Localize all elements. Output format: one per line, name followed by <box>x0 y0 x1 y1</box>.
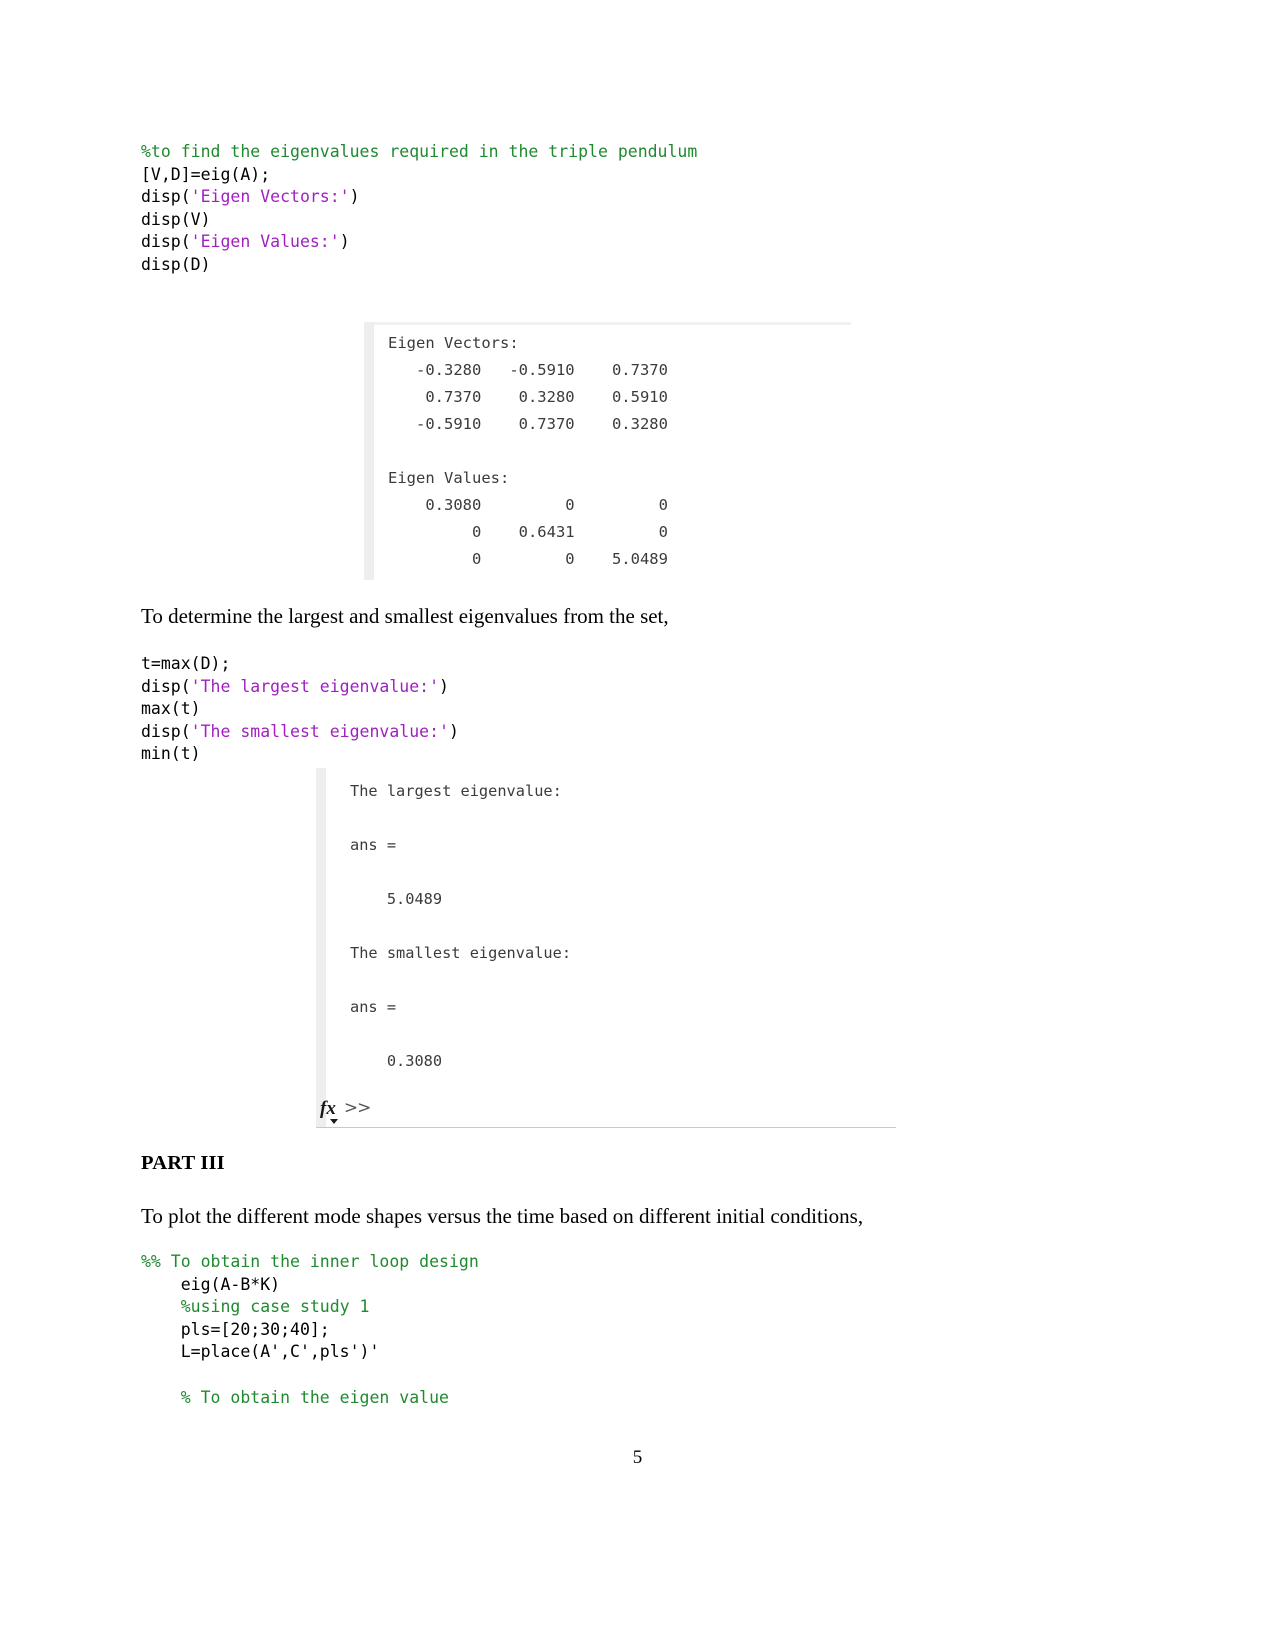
code-line: disp(D) <box>141 254 697 277</box>
console-line: 0.7370 0.3280 0.5910 <box>388 388 668 406</box>
console-gutter <box>316 768 326 1128</box>
code-line: max(t) <box>141 698 459 721</box>
console-line: ans = <box>350 836 397 854</box>
matlab-console-minmax-output: The largest eigenvalue: ans = 5.0489 The… <box>316 768 896 1128</box>
code-token-pln: ) <box>339 232 350 252</box>
console-line: The largest eigenvalue: <box>350 782 562 800</box>
code-token-pln: ) <box>439 676 449 696</box>
matlab-code-block-eig: %to find the eigenvalues required in the… <box>141 141 697 277</box>
console-bottom-border <box>316 1127 896 1128</box>
code-line: [V,D]=eig(A); <box>141 164 697 187</box>
code-line: min(t) <box>141 743 459 766</box>
code-line: pls=[20;30;40]; <box>141 1319 479 1342</box>
code-line: disp('Eigen Vectors:') <box>141 186 697 209</box>
document-page: %to find the eigenvalues required in the… <box>0 0 1275 1650</box>
code-token-pln: [V,D]=eig(A); <box>141 164 271 184</box>
code-token-str: 'Eigen Values:' <box>190 232 340 252</box>
code-token-cmt: % To obtain the eigen value <box>141 1387 449 1407</box>
matlab-code-block-inner-loop: %% To obtain the inner loop design eig(A… <box>141 1251 479 1409</box>
console-top-border <box>364 322 851 325</box>
console-line: 0.3080 <box>350 1052 443 1070</box>
page-number: 5 <box>632 1447 643 1468</box>
console-gutter <box>364 322 374 580</box>
code-token-str: 'The largest eigenvalue:' <box>190 676 440 696</box>
code-token-pln: t=max(D); <box>141 654 231 673</box>
page-title-part-iii: PART III <box>141 1152 225 1174</box>
console-line: 0 0 5.0489 <box>388 550 668 568</box>
chevron-down-icon <box>330 1118 338 1124</box>
prompt-chevrons: >> <box>343 1098 371 1118</box>
code-token-pln: disp( <box>141 721 191 741</box>
paragraph-determine-eigenvalues: To determine the largest and smallest ei… <box>141 604 669 628</box>
code-token-pln: disp( <box>141 232 191 252</box>
code-token-pln: ) <box>448 721 459 741</box>
code-line: eig(A-B*K) <box>141 1274 479 1297</box>
code-token-str: 'The smallest eigenvalue:' <box>190 721 449 741</box>
console-line: The smallest eigenvalue: <box>350 944 572 962</box>
code-token-pln: disp(D) <box>141 254 211 274</box>
console-line: -0.3280 -0.5910 0.7370 <box>388 361 668 379</box>
code-token-pln: ) <box>349 187 360 207</box>
code-line: t=max(D); <box>141 653 459 676</box>
code-line: disp(V) <box>141 209 697 232</box>
console-line: 5.0489 <box>350 890 443 908</box>
code-token-str: 'Eigen Vectors:' <box>190 187 350 207</box>
code-token-pln: disp( <box>141 187 191 207</box>
code-token-pln: disp(V) <box>141 209 211 229</box>
fx-icon[interactable]: fx <box>320 1097 338 1124</box>
code-token-pln: max(t) <box>141 699 201 719</box>
code-line: % To obtain the eigen value <box>141 1387 479 1410</box>
console-line: 0 0.6431 0 <box>388 523 668 541</box>
command-prompt-row[interactable]: fx >> <box>320 1097 371 1124</box>
code-line: %% To obtain the inner loop design <box>141 1251 479 1274</box>
code-token-cmt: %to find the eigenvalues required in the… <box>141 142 698 161</box>
console-minmax-text: The largest eigenvalue: ans = 5.0489 The… <box>350 778 571 1075</box>
console-line: Eigen Vectors: <box>388 334 519 352</box>
console-line: -0.5910 0.7370 0.3280 <box>388 415 668 433</box>
code-line: %to find the eigenvalues required in the… <box>141 141 697 164</box>
code-line: L=place(A',C',pls')' <box>141 1341 479 1364</box>
matlab-console-eigen-output: Eigen Vectors: -0.3280 -0.5910 0.7370 0.… <box>364 322 851 580</box>
console-line: Eigen Values: <box>388 469 510 487</box>
code-line: disp('The largest eigenvalue:') <box>141 676 459 699</box>
console-eigen-text: Eigen Vectors: -0.3280 -0.5910 0.7370 0.… <box>388 330 668 573</box>
code-token-pln: L=place(A',C',pls')' <box>141 1342 380 1362</box>
console-line: 0.3080 0 0 <box>388 496 668 514</box>
code-token-cmt: %% To obtain the inner loop design <box>141 1252 479 1271</box>
code-line: disp('Eigen Values:') <box>141 231 697 254</box>
code-token-pln: eig(A-B*K) <box>141 1274 281 1294</box>
fx-icon-label: fx <box>320 1097 336 1119</box>
code-token-pln: min(t) <box>141 744 201 764</box>
code-line: disp('The smallest eigenvalue:') <box>141 721 459 744</box>
console-line: ans = <box>350 998 397 1016</box>
code-line: %using case study 1 <box>141 1296 479 1319</box>
code-token-pln: pls=[20;30;40]; <box>141 1319 330 1339</box>
code-token-pln: disp( <box>141 676 191 696</box>
code-token-cmt: %using case study 1 <box>141 1297 370 1317</box>
matlab-code-block-minmax: t=max(D); disp('The largest eigenvalue:')… <box>141 653 459 766</box>
paragraph-plot-mode-shapes: To plot the different mode shapes versus… <box>141 1204 864 1228</box>
